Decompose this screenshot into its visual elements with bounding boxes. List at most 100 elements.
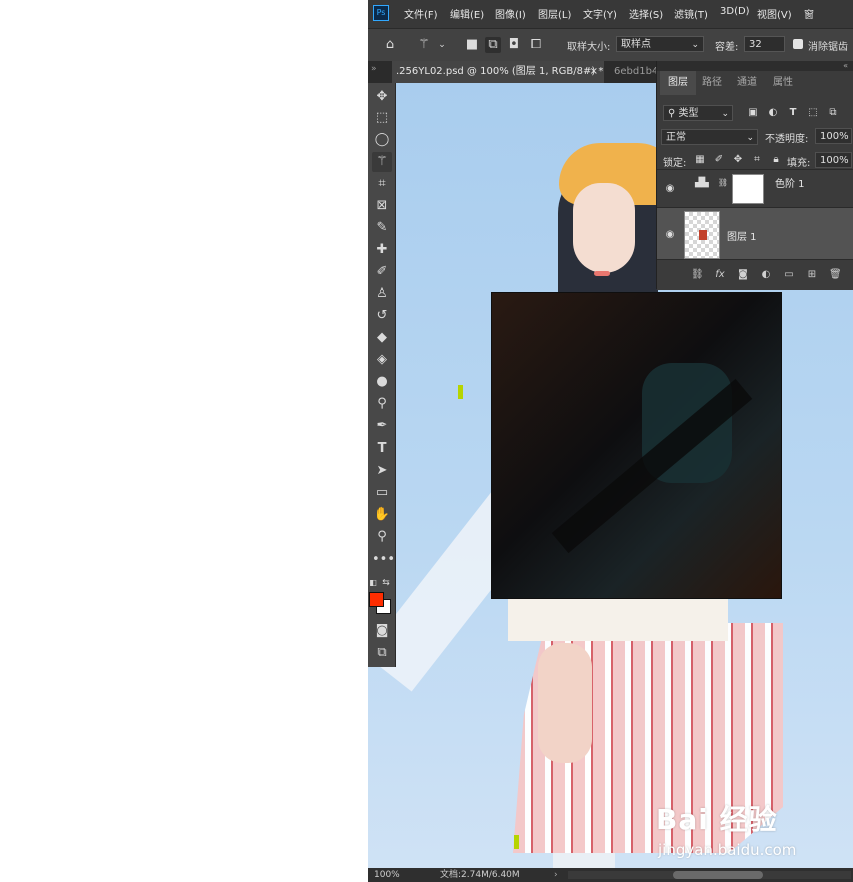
menu-layer[interactable]: 图层(L) — [538, 6, 571, 21]
magic-wand-tool-icon[interactable]: ⚚ — [372, 152, 392, 172]
subtract-from-selection-icon[interactable]: ◘ — [506, 37, 522, 53]
eyedropper-tool-icon[interactable]: ✎ — [372, 218, 392, 238]
layer-mask-thumbnail[interactable] — [732, 174, 764, 204]
healing-tool-icon[interactable]: ✚ — [372, 240, 392, 260]
lasso-tool-icon[interactable]: ◯ — [372, 130, 392, 150]
antialias-checkbox[interactable] — [793, 39, 803, 49]
new-selection-icon[interactable]: ■ — [464, 37, 480, 53]
menu-window[interactable]: 窗 — [804, 6, 814, 21]
foreground-color-swatch[interactable] — [369, 592, 384, 607]
arm-shape — [538, 643, 592, 763]
brush-tool-icon[interactable]: ✐ — [372, 262, 392, 282]
tab-layers[interactable]: 图层 — [660, 71, 696, 95]
sample-size-select[interactable]: 取样点 ⌄ — [616, 36, 704, 52]
filter-shape-icon[interactable]: ⬚ — [807, 107, 819, 119]
menu-type[interactable]: 文字(Y) — [583, 6, 617, 21]
filter-type-icon[interactable]: T — [787, 107, 799, 119]
visibility-eye-icon[interactable]: ◉ — [663, 182, 677, 196]
filter-smart-object-icon[interactable]: ⧉ — [827, 107, 839, 119]
tab-properties[interactable]: 属性 — [765, 71, 801, 95]
tab-channels[interactable]: 通道 — [729, 71, 765, 95]
document-tab-inactive[interactable]: 6ebd1b4 — [614, 61, 658, 83]
layer-row-layer1[interactable]: ◉ 图层 1 — [657, 207, 853, 260]
lock-all-icon[interactable]: 🔒︎ — [770, 154, 782, 166]
filter-pixel-icon[interactable]: ▣ — [747, 107, 759, 119]
intersect-selection-icon[interactable]: ⧠ — [528, 37, 544, 53]
crop-tool-icon[interactable]: ⌗ — [372, 174, 392, 194]
lock-transparency-icon[interactable]: ▦ — [694, 154, 706, 166]
quick-mask-icon[interactable]: ◙ — [372, 621, 392, 641]
menu-edit[interactable]: 编辑(E) — [450, 6, 484, 21]
more-tools-icon[interactable]: ••• — [372, 550, 395, 570]
trash-icon[interactable]: 🗑︎ — [829, 269, 842, 281]
layers-panel: « 图层 路径 通道 属性 ⚲ 类型 ⌄ ▣ ◐ T ⬚ ⧉ 正常 ⌄ 不透明度… — [656, 61, 853, 290]
fx-icon[interactable]: fx — [714, 269, 726, 281]
marquee-tool-icon[interactable]: ⬚ — [372, 108, 392, 128]
lock-image-icon[interactable]: ✐ — [713, 154, 725, 166]
menu-image[interactable]: 图像(I) — [495, 6, 526, 21]
path-selection-tool-icon[interactable]: ➤ — [372, 461, 392, 481]
visibility-eye-icon[interactable]: ◉ — [663, 228, 677, 242]
marker-green — [458, 385, 463, 399]
tab-close-icon[interactable]: × — [590, 61, 598, 83]
collapse-arrows-icon[interactable]: » — [371, 64, 377, 74]
chevron-down-icon: ⌄ — [746, 133, 754, 143]
type-tool-icon[interactable]: T — [372, 439, 392, 459]
menu-select[interactable]: 选择(S) — [629, 6, 663, 21]
magic-wand-preset-icon[interactable]: ⚚ — [416, 37, 432, 53]
lock-position-icon[interactable]: ✥ — [732, 154, 744, 166]
screen-mode-icon[interactable]: ⧉ — [372, 643, 392, 663]
layer-row-levels[interactable]: ◉ ▟▙ ⛓ 色阶 1 — [657, 169, 853, 208]
blend-mode-select[interactable]: 正常 ⌄ — [661, 129, 758, 145]
eraser-tool-icon[interactable]: ◆ — [372, 328, 392, 348]
menu-bar: Ps 文件(F) 编辑(E) 图像(I) 图层(L) 文字(Y) 选择(S) 滤… — [368, 0, 853, 28]
frame-tool-icon[interactable]: ⊠ — [372, 196, 392, 216]
zoom-level[interactable]: 100% — [374, 868, 400, 882]
thumbnail-figure — [699, 230, 707, 240]
horizontal-scrollbar[interactable] — [568, 871, 851, 879]
layer-thumbnail[interactable] — [684, 211, 720, 259]
swap-colors-icon[interactable]: ⇆ — [380, 573, 392, 593]
link-chain-icon[interactable]: ⛓ — [717, 177, 729, 189]
lock-artboard-icon[interactable]: ⌗ — [751, 154, 763, 166]
face-shape — [573, 183, 635, 273]
collapse-panel-icon[interactable]: « — [843, 61, 848, 70]
folder-icon[interactable]: ▭ — [783, 269, 795, 281]
scrollbar-thumb[interactable] — [673, 871, 763, 879]
default-colors-icon[interactable]: ◧ — [368, 573, 378, 593]
layer-name[interactable]: 图层 1 — [727, 228, 757, 243]
dark-layer-overlay — [491, 292, 782, 599]
menu-file[interactable]: 文件(F) — [404, 6, 438, 21]
menu-view[interactable]: 视图(V) — [757, 6, 792, 21]
home-icon[interactable]: ⌂ — [382, 37, 398, 53]
layer-name[interactable]: 色阶 1 — [775, 175, 805, 190]
history-brush-tool-icon[interactable]: ↺ — [372, 306, 392, 326]
zoom-tool-icon[interactable]: ⚲ — [372, 527, 392, 547]
fill-input[interactable]: 100% — [815, 152, 852, 168]
tab-paths[interactable]: 路径 — [694, 71, 730, 95]
pen-tool-icon[interactable]: ✒ — [372, 416, 392, 436]
blur-tool-icon[interactable]: ● — [372, 372, 392, 392]
new-layer-icon[interactable]: ⊞ — [806, 269, 818, 281]
document-tab-active[interactable]: .256YL02.psd @ 100% (图层 1, RGB/8#) * × — [392, 61, 604, 83]
tolerance-input[interactable]: 32 — [744, 36, 785, 52]
tolerance-label: 容差: — [715, 42, 739, 53]
rectangle-tool-icon[interactable]: ▭ — [372, 483, 392, 503]
add-to-selection-icon[interactable]: ⧉ — [485, 37, 501, 53]
link-icon[interactable]: ⛓ — [691, 269, 704, 281]
move-tool-icon[interactable]: ✥ — [372, 87, 392, 107]
hand-tool-icon[interactable]: ✋ — [372, 505, 392, 525]
menu-filter[interactable]: 滤镜(T) — [674, 6, 708, 21]
layer-filter-select[interactable]: ⚲ 类型 ⌄ — [663, 105, 733, 121]
dodge-tool-icon[interactable]: ⚲ — [372, 394, 392, 414]
adjustment-icon[interactable]: ◐ — [760, 269, 772, 281]
status-chevron-icon[interactable]: › — [554, 868, 558, 882]
antialias-label: 消除锯齿 — [808, 42, 848, 53]
mask-icon[interactable]: ◙ — [737, 269, 749, 281]
paint-bucket-tool-icon[interactable]: ◈ — [372, 350, 392, 370]
opacity-input[interactable]: 100% — [815, 128, 852, 144]
menu-3d[interactable]: 3D(D) — [720, 6, 750, 17]
chevron-down-icon[interactable]: ⌄ — [434, 37, 450, 53]
stamp-tool-icon[interactable]: ♙ — [372, 284, 392, 304]
filter-adjustment-icon[interactable]: ◐ — [767, 107, 779, 119]
